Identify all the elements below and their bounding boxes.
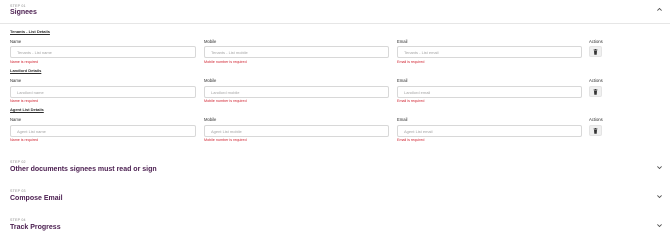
- mobile-label: Mobile: [204, 78, 217, 83]
- delete-button[interactable]: [589, 125, 602, 136]
- email-error: Email is required: [397, 60, 425, 64]
- email-input[interactable]: [397, 46, 582, 58]
- mobile-label: Mobile: [204, 39, 217, 44]
- section-title: Landlord Details: [10, 68, 42, 73]
- chevron-down-icon[interactable]: [656, 193, 663, 200]
- email-input[interactable]: [397, 125, 582, 137]
- email-error: Email is required: [397, 138, 425, 142]
- name-error: Name is required: [10, 60, 39, 64]
- actions-label: Actions: [589, 78, 603, 83]
- step-01-label: STEP 01: [10, 4, 26, 8]
- mobile-error: Mobile number is required: [204, 138, 247, 142]
- step-03-title: Compose Email: [10, 195, 63, 202]
- section-title: Agent List Details: [10, 107, 44, 112]
- mobile-error: Mobile number is required: [204, 99, 247, 103]
- step-02-title: Other documents signees must read or sig…: [10, 166, 157, 173]
- name-label: Name: [10, 78, 22, 83]
- name-input[interactable]: [10, 86, 196, 98]
- trash-icon: [593, 127, 598, 134]
- step-01-title: Signees: [10, 9, 37, 16]
- mobile-label: Mobile: [204, 117, 217, 122]
- name-label: Name: [10, 117, 22, 122]
- step-01-divider: [0, 23, 670, 24]
- email-label: Email: [397, 78, 408, 83]
- step-02-label: STEP 02: [10, 160, 26, 164]
- actions-label: Actions: [589, 117, 603, 122]
- email-label: Email: [397, 117, 408, 122]
- step-04-label: STEP 04: [10, 218, 26, 222]
- email-input[interactable]: [397, 86, 582, 98]
- trash-icon: [593, 48, 598, 55]
- mobile-input[interactable]: [204, 46, 389, 58]
- trash-icon: [593, 88, 598, 95]
- mobile-input[interactable]: [204, 125, 389, 137]
- name-error: Name is required: [10, 138, 39, 142]
- name-input[interactable]: [10, 125, 196, 137]
- chevron-down-icon[interactable]: [656, 164, 663, 171]
- step-03-label: STEP 03: [10, 189, 26, 193]
- step-04-title: Track Progress: [10, 224, 61, 231]
- actions-label: Actions: [589, 39, 603, 44]
- email-label: Email: [397, 39, 408, 44]
- name-error: Name is required: [10, 99, 39, 103]
- delete-button[interactable]: [589, 46, 602, 57]
- mobile-input[interactable]: [204, 86, 389, 98]
- chevron-down-icon[interactable]: [656, 222, 663, 229]
- name-input[interactable]: [10, 46, 196, 58]
- name-label: Name: [10, 39, 22, 44]
- chevron-up-icon[interactable]: [656, 6, 663, 13]
- email-error: Email is required: [397, 99, 425, 103]
- mobile-error: Mobile number is required: [204, 60, 247, 64]
- section-title: Tenants - List Details: [10, 29, 50, 34]
- delete-button[interactable]: [589, 86, 602, 97]
